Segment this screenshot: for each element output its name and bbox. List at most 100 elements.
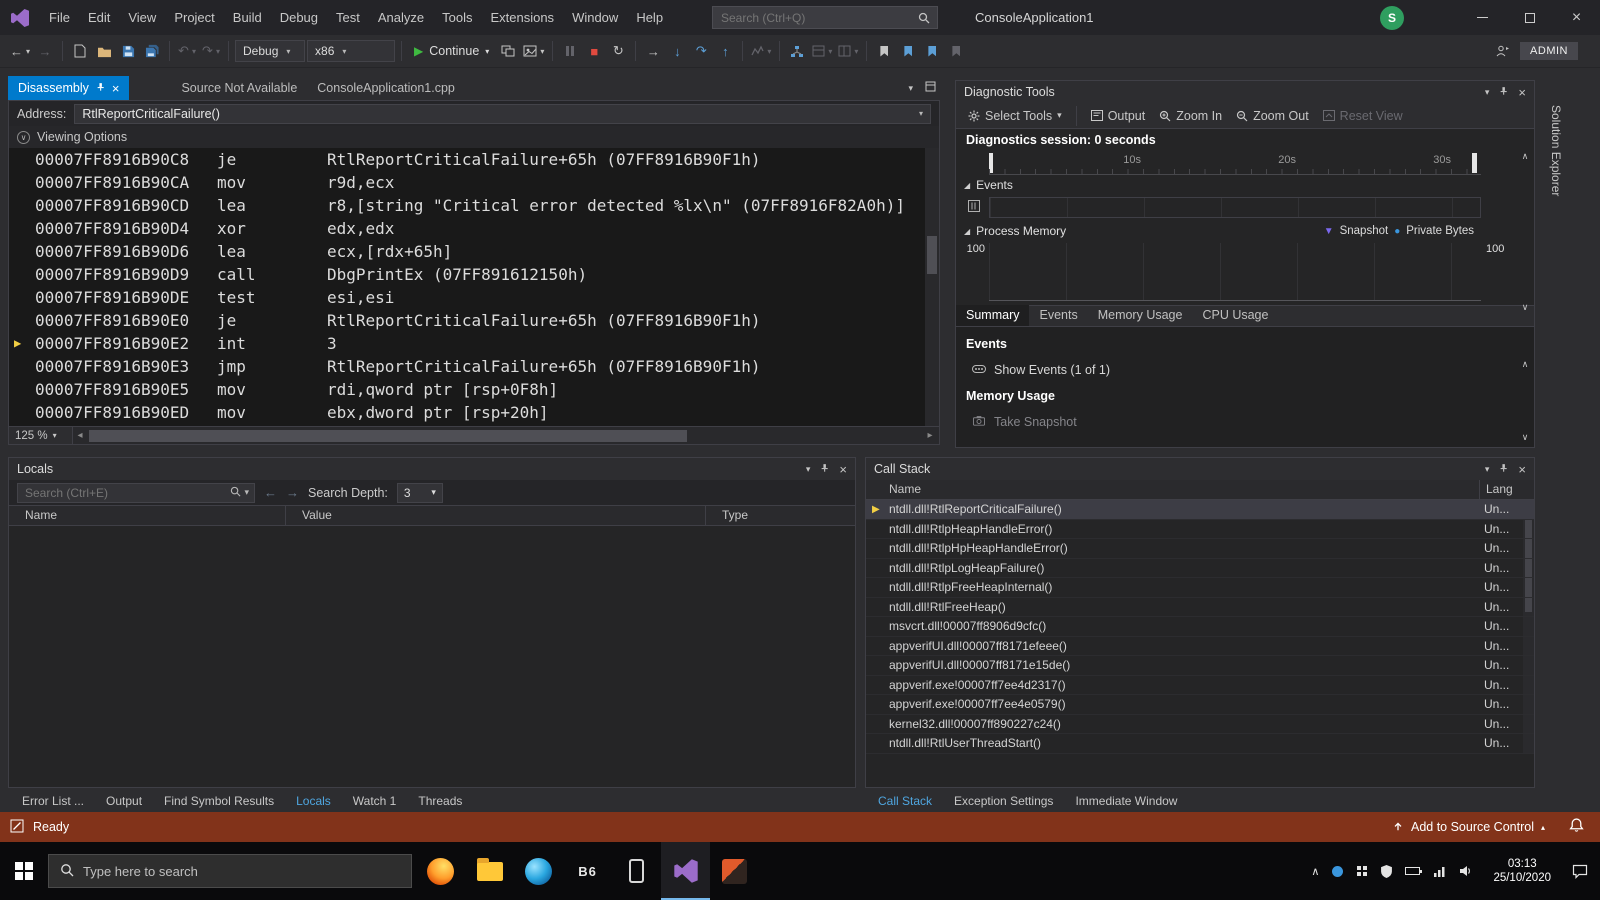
disassembly-line[interactable]: ▶ 00007FF8916B90E3 jmp RtlReportCritical… <box>9 355 939 378</box>
start-button[interactable] <box>0 842 48 900</box>
stack-frame-row[interactable]: ▶ appverif.exe!00007ff7ee4d2317() Un... <box>866 676 1534 695</box>
zoom-level-combo[interactable]: 125 % ▾ <box>9 427 73 444</box>
disassembly-line[interactable]: ▶ 00007FF8916B90D9 call DbgPrintEx (07FF… <box>9 263 939 286</box>
quick-search-input[interactable] <box>713 10 918 25</box>
previous-bookmark-button[interactable] <box>897 39 919 63</box>
diagnostics-tab[interactable]: CPU Usage <box>1192 305 1278 326</box>
break-all-button[interactable] <box>559 39 581 63</box>
menu-item[interactable]: Debug <box>271 0 327 35</box>
diagnostics-output-button[interactable]: Output <box>1087 109 1150 123</box>
address-combo[interactable]: RtlReportCriticalFailure() ▾ <box>74 103 931 124</box>
stack-frame-row[interactable]: ▶ appverifUI.dll!00007ff8171efeee() Un..… <box>866 637 1534 656</box>
architecture-button[interactable]: ▾ <box>810 39 834 63</box>
pin-icon[interactable] <box>1499 462 1508 476</box>
menu-item[interactable]: View <box>119 0 165 35</box>
redo-button[interactable]: ↷ ▾ <box>200 39 222 63</box>
disassembly-line[interactable]: ▶ 00007FF8916B90E0 je RtlReportCriticalF… <box>9 309 939 332</box>
lang-column-header[interactable]: Lang <box>1479 480 1534 499</box>
breakpoint-gutter[interactable]: ▶ <box>9 217 35 240</box>
close-tab-icon[interactable]: × <box>112 81 120 96</box>
scroll-up-icon[interactable]: ∧ <box>1522 151 1529 162</box>
disassembly-line[interactable]: ▶ 00007FF8916B90C8 je RtlReportCriticalF… <box>9 148 939 171</box>
taskbar-your-phone-icon[interactable] <box>612 842 661 900</box>
tray-network-icon[interactable] <box>1433 866 1446 877</box>
timeline-ruler[interactable]: 10s 20s 30s <box>989 151 1481 175</box>
pin-icon[interactable] <box>96 81 105 95</box>
tool-window-tab[interactable]: Immediate Window <box>1065 790 1187 812</box>
tray-grid-icon[interactable] <box>1356 865 1368 877</box>
step-into-button[interactable]: ↓ <box>666 39 688 63</box>
close-icon[interactable]: × <box>1518 85 1526 100</box>
menu-item[interactable]: File <box>40 0 79 35</box>
scrollbar-thumb[interactable] <box>927 236 937 274</box>
scroll-down-icon[interactable]: ∨ <box>1522 302 1529 313</box>
navigate-backward-button[interactable]: ← ▾ <box>8 39 32 63</box>
breakpoint-gutter[interactable]: ▶ <box>9 194 35 217</box>
taskbar-file-explorer-icon[interactable] <box>465 842 514 900</box>
stack-frame-row[interactable]: ▶ ntdll.dll!RtlpHeapHandleError() Un... <box>866 520 1534 539</box>
undo-button[interactable]: ↶ ▾ <box>176 39 198 63</box>
processes-window-button[interactable] <box>497 39 519 63</box>
stack-frame-row[interactable]: ▶ ntdll.dll!RtlpFreeHeapInternal() Un... <box>866 578 1534 598</box>
breakpoint-gutter[interactable]: ▶ <box>9 263 35 286</box>
pin-icon[interactable] <box>820 462 829 476</box>
tool-window-tab[interactable]: Exception Settings <box>944 790 1063 812</box>
next-bookmark-button[interactable] <box>921 39 943 63</box>
take-snapshot-link[interactable]: Take Snapshot <box>956 409 1534 435</box>
breakpoint-gutter[interactable]: ▶ <box>9 378 35 401</box>
diagnostics-tab[interactable]: Memory Usage <box>1088 305 1193 326</box>
taskbar-clock[interactable]: 03:13 25/10/2020 <box>1493 857 1551 885</box>
tray-shield-icon[interactable] <box>1381 864 1393 878</box>
toggle-bookmark-button[interactable] <box>873 39 895 63</box>
diagnostics-hub-button[interactable]: ▾ <box>749 39 773 63</box>
breakpoint-gutter[interactable]: ▶ <box>9 332 35 355</box>
diagnostic-tools-header[interactable]: Diagnostic Tools ▾ × <box>956 81 1534 103</box>
disassembly-line[interactable]: ▶ 00007FF8916B90CD lea r8,[string "Criti… <box>9 194 939 217</box>
events-section-header[interactable]: ◢ Events <box>956 175 1534 195</box>
locals-search-input[interactable] <box>18 485 231 500</box>
continue-button[interactable]: ▶ Continue ▾ <box>408 39 495 63</box>
minimize-button[interactable] <box>1459 0 1506 35</box>
menu-item[interactable]: Build <box>224 0 271 35</box>
tool-window-tab[interactable]: Find Symbol Results <box>154 790 284 812</box>
step-out-button[interactable]: ↑ <box>714 39 736 63</box>
menu-item[interactable]: Project <box>165 0 223 35</box>
show-events-link[interactable]: Show Events (1 of 1) <box>956 357 1534 383</box>
stack-frame-row[interactable]: ▶ appverif.exe!00007ff7ee4e0579() Un... <box>866 695 1534 715</box>
clear-bookmarks-button[interactable] <box>945 39 967 63</box>
summary-scrollbar[interactable]: ∧ ∨ <box>1518 359 1532 443</box>
scroll-down-icon[interactable]: ∨ <box>1522 432 1529 443</box>
navigate-forward-button[interactable]: → <box>34 39 56 63</box>
solution-platform-combo[interactable]: x86 ▾ <box>307 40 396 62</box>
quick-search-box[interactable] <box>712 6 938 29</box>
events-timeline-track[interactable] <box>989 197 1481 218</box>
taskbar-app-icon-7[interactable] <box>710 842 759 900</box>
call-stack-header[interactable]: Call Stack ▾ × <box>866 458 1534 480</box>
restart-button[interactable]: ↻ <box>607 39 629 63</box>
locals-grid-body[interactable] <box>9 526 855 787</box>
menu-item[interactable]: Edit <box>79 0 119 35</box>
locals-search-box[interactable]: ▾ <box>17 482 255 503</box>
menu-item[interactable]: Test <box>327 0 369 35</box>
step-over-button[interactable]: ↷ <box>690 39 712 63</box>
taskbar-b6-app-icon[interactable]: B6 <box>563 842 612 900</box>
breakpoint-gutter[interactable]: ▶ <box>9 240 35 263</box>
breakpoint-gutter[interactable]: ▶ <box>9 171 35 194</box>
document-tab[interactable]: Disassembly × <box>8 76 130 100</box>
scroll-up-icon[interactable]: ∧ <box>1522 359 1529 370</box>
stack-frame-row[interactable]: ▶ appverifUI.dll!00007ff8171e15de() Un..… <box>866 656 1534 676</box>
open-folder-button[interactable] <box>93 39 115 63</box>
send-feedback-button[interactable] <box>1492 39 1514 63</box>
process-memory-section-header[interactable]: ◢ Process Memory ▼ Snapshot ● Private By… <box>956 221 1534 241</box>
disassembly-line[interactable]: ▶ 00007FF8916B90CA mov r9d,ecx <box>9 171 939 194</box>
breakpoint-gutter[interactable]: ▶ <box>9 355 35 378</box>
taskbar-firefox-icon[interactable] <box>416 842 465 900</box>
pin-icon[interactable] <box>1499 85 1508 99</box>
name-column-header[interactable]: Name <box>866 480 1479 499</box>
maximize-button[interactable] <box>1506 0 1553 35</box>
tool-window-tab[interactable]: Locals <box>286 790 341 812</box>
scroll-left-icon[interactable]: ◂ <box>73 430 87 441</box>
stop-debugging-button[interactable]: ■ <box>583 39 605 63</box>
horizontal-scrollbar[interactable]: ◂ ▸ <box>73 427 939 444</box>
vertical-scrollbar[interactable] <box>925 148 939 426</box>
